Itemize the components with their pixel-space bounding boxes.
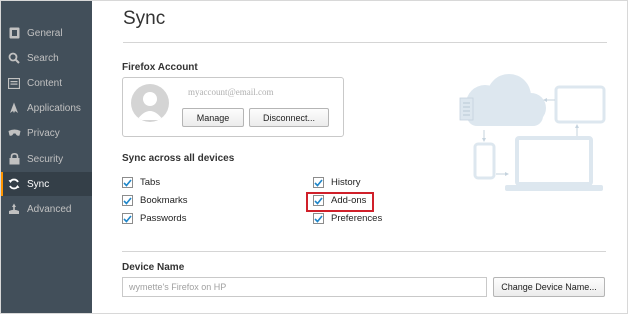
passwords-checkbox[interactable]: [122, 213, 133, 224]
history-checkbox[interactable]: [313, 177, 324, 188]
sidebar-item-label: Applications: [27, 102, 81, 114]
addons-highlight-box: [306, 192, 374, 212]
sidebar-item-label: General: [27, 27, 63, 39]
lock-icon: [7, 152, 21, 166]
sidebar-item-applications[interactable]: Applications: [0, 96, 92, 120]
checkbox-label: Bookmarks: [140, 195, 188, 206]
tabs-checkbox[interactable]: [122, 177, 133, 188]
device-heading: Device Name: [122, 262, 185, 273]
title-divider: [123, 42, 607, 43]
cloud-icon: [466, 74, 546, 126]
change-device-name-button[interactable]: Change Device Name...: [493, 277, 605, 297]
sidebar-item-search[interactable]: Search: [0, 46, 92, 70]
phone-icon: [473, 142, 496, 180]
sidebar: General Search Content Applications Priv…: [0, 0, 92, 314]
general-icon: [7, 26, 21, 40]
account-email: myaccount@email.com: [188, 87, 274, 97]
sidebar-item-label: Privacy: [27, 127, 60, 139]
sync-icon: [7, 177, 21, 191]
sidebar-item-label: Sync: [27, 178, 50, 190]
preferences-checkbox[interactable]: [313, 213, 324, 224]
sidebar-item-general[interactable]: General: [0, 21, 92, 45]
sync-option-tabs[interactable]: Tabs: [122, 177, 160, 188]
sync-option-passwords[interactable]: Passwords: [122, 213, 186, 224]
sidebar-item-content[interactable]: Content: [0, 71, 92, 95]
account-heading: Firefox Account: [122, 62, 198, 73]
page-title: Sync: [123, 8, 166, 29]
sync-illustration: [455, 74, 607, 201]
content-icon: [7, 76, 21, 90]
sidebar-item-label: Security: [27, 153, 64, 165]
sidebar-item-label: Content: [27, 77, 63, 89]
checkbox-label: Preferences: [331, 213, 383, 224]
sidebar-item-label: Advanced: [27, 203, 72, 215]
sidebar-item-sync[interactable]: Sync: [0, 172, 92, 196]
laptop-icon: [505, 136, 603, 191]
device-name-field[interactable]: wymette's Firefox on HP: [122, 277, 487, 297]
sidebar-item-advanced[interactable]: Advanced: [0, 197, 92, 221]
privacy-icon: [7, 126, 21, 140]
preferences-window: General Search Content Applications Priv…: [0, 0, 628, 314]
applications-icon: [7, 101, 21, 115]
device-divider: [122, 251, 606, 252]
sidebar-item-label: Search: [27, 52, 59, 64]
sidebar-item-privacy[interactable]: Privacy: [0, 121, 92, 145]
checkbox-label: Tabs: [140, 177, 161, 188]
search-icon: [7, 51, 21, 65]
checkbox-label: History: [331, 177, 361, 188]
sync-option-history[interactable]: History: [313, 177, 361, 188]
manage-button[interactable]: Manage: [182, 108, 244, 127]
bookmarks-checkbox[interactable]: [122, 195, 133, 206]
sync-option-bookmarks[interactable]: Bookmarks: [122, 195, 188, 206]
tablet-icon: [554, 85, 606, 124]
sidebar-item-security[interactable]: Security: [0, 147, 92, 171]
sync-heading: Sync across all devices: [122, 153, 235, 164]
disconnect-button[interactable]: Disconnect...: [249, 108, 329, 127]
advanced-icon: [7, 202, 21, 216]
checkbox-label: Passwords: [140, 213, 187, 224]
avatar: [131, 84, 169, 122]
sync-option-preferences[interactable]: Preferences: [313, 213, 382, 224]
